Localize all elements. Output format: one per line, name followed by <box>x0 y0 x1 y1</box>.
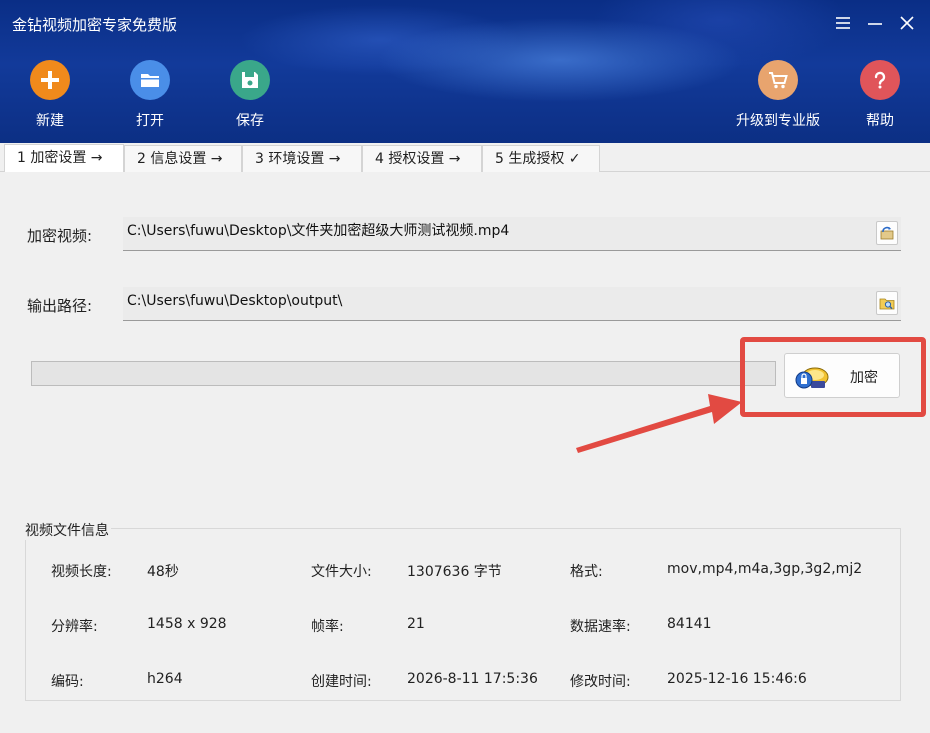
folder-icon <box>141 74 159 87</box>
format-value: mov,mp4,m4a,3gp,3g2,mj2 <box>667 561 863 577</box>
resolution-value: 1458 x 928 <box>147 616 227 632</box>
codec-label: 编码: <box>51 674 84 690</box>
browse-output-button[interactable] <box>876 291 898 315</box>
minimize-button[interactable] <box>862 10 888 36</box>
annotation-highlight-box <box>740 337 926 417</box>
tab-info-settings[interactable]: 2 信息设置 → <box>124 145 242 172</box>
save-button[interactable]: 保存 <box>210 60 290 130</box>
file-size-label: 文件大小: <box>311 564 372 580</box>
floppy-disk-icon <box>242 72 258 88</box>
tab-license-settings[interactable]: 4 授权设置 → <box>362 145 482 172</box>
question-icon <box>874 71 886 89</box>
new-circle <box>30 60 70 100</box>
close-button[interactable] <box>894 10 920 36</box>
help-button[interactable]: 帮助 <box>840 60 920 130</box>
plus-icon <box>41 71 59 89</box>
frame-rate-value: 21 <box>407 616 425 632</box>
menu-icon <box>836 17 850 29</box>
upgrade-button[interactable]: 升级到专业版 <box>728 60 828 130</box>
modified-time-value: 2025-12-16 15:46:6 <box>667 671 807 687</box>
folder-search-icon <box>879 298 895 310</box>
save-circle <box>230 60 270 100</box>
new-button[interactable]: 新建 <box>10 60 90 130</box>
frame-rate-label: 帧率: <box>311 619 344 635</box>
file-size-value: 1307636 字节 <box>407 564 502 580</box>
duration-label: 视频长度: <box>51 564 112 580</box>
video-label: 加密视频: <box>27 227 93 245</box>
open-file-icon <box>880 226 894 240</box>
title-bar: 金钻视频加密专家免费版 新建 打开 保存 升级到专业版 帮助 <box>0 0 930 143</box>
tab-bar: 1 加密设置 → 2 信息设置 → 3 环境设置 → 4 授权设置 → 5 生成… <box>0 143 930 172</box>
output-label: 输出路径: <box>27 297 93 315</box>
annotation-arrow <box>576 394 742 453</box>
bitrate-label: 数据速率: <box>570 619 631 635</box>
codec-value: h264 <box>147 671 183 687</box>
modified-time-label: 修改时间: <box>570 674 631 690</box>
duration-value: 48秒 <box>147 564 179 580</box>
output-path-field[interactable]: C:\Users\fuwu\Desktop\output\ <box>123 287 901 321</box>
help-circle <box>860 60 900 100</box>
upgrade-circle <box>758 60 798 100</box>
open-label: 打开 <box>136 113 164 129</box>
close-icon <box>900 16 914 30</box>
created-time-value: 2026-8-11 17:5:36 <box>407 671 538 687</box>
format-label: 格式: <box>570 564 603 580</box>
upgrade-label: 升级到专业版 <box>736 113 820 129</box>
new-label: 新建 <box>36 113 64 129</box>
resolution-label: 分辨率: <box>51 619 98 635</box>
video-info-title: 视频文件信息 <box>25 520 111 540</box>
help-label: 帮助 <box>866 113 894 129</box>
menu-button[interactable] <box>830 10 856 36</box>
open-circle <box>130 60 170 100</box>
tab-environment-settings[interactable]: 3 环境设置 → <box>242 145 362 172</box>
tab-generate-license[interactable]: 5 生成授权 ✓ <box>482 145 600 172</box>
open-button[interactable]: 打开 <box>110 60 190 130</box>
created-time-label: 创建时间: <box>311 674 372 690</box>
video-path-field[interactable]: C:\Users\fuwu\Desktop\文件夹加密超级大师测试视频.mp4 <box>123 217 901 251</box>
window-title: 金钻视频加密专家免费版 <box>12 16 178 34</box>
browse-video-button[interactable] <box>876 221 898 245</box>
cart-icon <box>769 72 788 89</box>
save-label: 保存 <box>236 113 264 129</box>
tab-encrypt-settings[interactable]: 1 加密设置 → <box>4 144 124 172</box>
bitrate-value: 84141 <box>667 616 712 632</box>
minimize-icon <box>868 23 882 25</box>
